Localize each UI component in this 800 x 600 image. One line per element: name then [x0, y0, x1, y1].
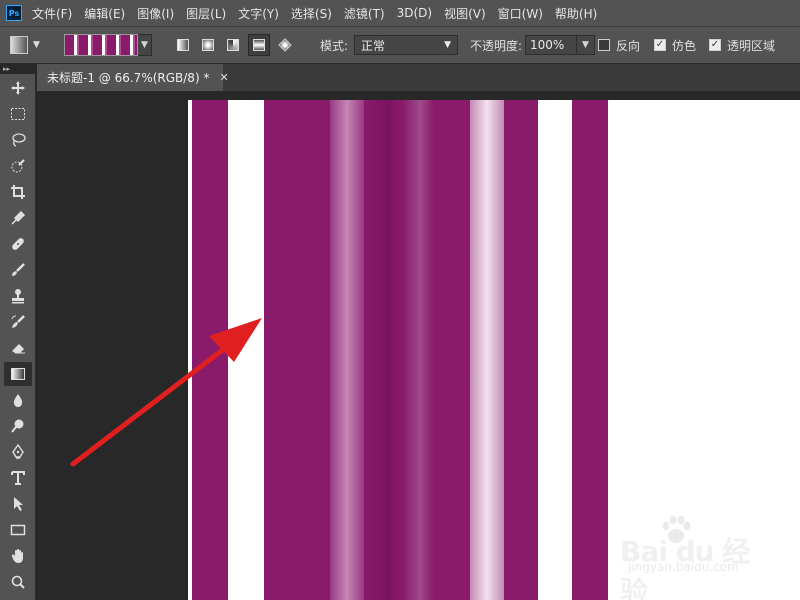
- red-arrow-annotation: [70, 318, 262, 467]
- menu-layer[interactable]: 图层(L): [186, 5, 226, 22]
- close-icon[interactable]: ✕: [219, 71, 228, 84]
- menu-select[interactable]: 选择(S): [291, 5, 332, 22]
- blend-mode-value: 正常: [361, 38, 386, 53]
- tools-panel: [0, 74, 36, 600]
- lasso-tool-icon[interactable]: [4, 128, 32, 152]
- menu-type[interactable]: 文字(Y): [238, 5, 279, 22]
- history-brush-tool-icon[interactable]: [4, 310, 32, 334]
- opacity-label: 不透明度:: [470, 38, 523, 53]
- opacity-input[interactable]: 100%: [525, 35, 577, 55]
- rectangle-tool-icon[interactable]: [4, 518, 32, 542]
- gradient-tool-icon: [10, 36, 28, 54]
- menu-bar: Ps 文件(F) 编辑(E) 图像(I) 图层(L) 文字(Y) 选择(S) 滤…: [0, 0, 800, 26]
- linear-gradient-icon: [177, 39, 189, 51]
- gradient-type-linear[interactable]: [172, 27, 194, 63]
- document-tab-title: 未标题-1 @ 66.7%(RGB/8) *: [47, 71, 210, 85]
- clone-stamp-tool-icon[interactable]: [4, 284, 32, 308]
- menu-image[interactable]: 图像(I): [137, 5, 174, 22]
- reflected-gradient-icon: [253, 39, 265, 51]
- menu-view[interactable]: 视图(V): [444, 5, 486, 22]
- opacity-value: 100%: [530, 38, 565, 52]
- healing-brush-tool-icon[interactable]: [4, 232, 32, 256]
- gradient-tool-icon[interactable]: [3, 362, 32, 386]
- menu-file[interactable]: 文件(F): [32, 5, 72, 22]
- radial-gradient-icon: [202, 39, 214, 51]
- chevron-down-icon[interactable]: ▼: [138, 34, 152, 56]
- blur-tool-icon[interactable]: [4, 388, 32, 412]
- reverse-checkbox[interactable]: [598, 39, 610, 51]
- toolbar-collapse-handle[interactable]: ▸▸: [0, 64, 36, 74]
- gradient-type-radial[interactable]: [197, 27, 219, 63]
- type-tool-icon[interactable]: [4, 466, 32, 490]
- reverse-checkbox-group[interactable]: 反向: [598, 27, 640, 63]
- eraser-tool-icon[interactable]: [4, 336, 32, 360]
- move-tool-icon[interactable]: [4, 76, 32, 100]
- crop-tool-icon[interactable]: [4, 180, 32, 204]
- dodge-tool-icon[interactable]: [4, 414, 32, 438]
- diamond-gradient-icon: [278, 38, 292, 52]
- dither-checkbox-group[interactable]: ✓ 仿色: [654, 27, 696, 63]
- opacity-dropdown-button[interactable]: ▼: [577, 35, 595, 55]
- dither-checkbox[interactable]: ✓: [654, 39, 666, 51]
- quick-select-tool-icon[interactable]: [4, 154, 32, 178]
- menu-window[interactable]: 窗口(W): [498, 5, 543, 22]
- document-tab[interactable]: 未标题-1 @ 66.7%(RGB/8) * ✕: [37, 64, 229, 91]
- brush-tool-icon[interactable]: [4, 258, 32, 282]
- zoom-tool-icon[interactable]: [4, 570, 32, 594]
- blend-mode-select[interactable]: 正常 ▼: [354, 35, 458, 55]
- gradient-type-reflected[interactable]: [248, 27, 270, 63]
- menu-3d[interactable]: 3D(D): [397, 6, 432, 20]
- document-tab-bar: 未标题-1 @ 66.7%(RGB/8) * ✕: [37, 64, 800, 92]
- transparency-checkbox-group[interactable]: ✓ 透明区域: [709, 27, 775, 63]
- tool-preset-picker[interactable]: ▼: [10, 27, 40, 63]
- gradient-preview-swatch[interactable]: [64, 34, 138, 56]
- transparency-label: 透明区域: [727, 38, 776, 53]
- marquee-tool-icon[interactable]: [4, 102, 32, 126]
- pen-tool-icon[interactable]: [4, 440, 32, 464]
- chevron-down-icon: ▼: [33, 40, 40, 50]
- reverse-label: 反向: [616, 38, 641, 53]
- dither-label: 仿色: [672, 38, 697, 53]
- menu-help[interactable]: 帮助(H): [555, 5, 597, 22]
- menu-filter[interactable]: 滤镜(T): [344, 5, 385, 22]
- gradient-picker[interactable]: ▼: [64, 27, 152, 63]
- mode-label: 模式:: [320, 38, 349, 53]
- menu-edit[interactable]: 编辑(E): [84, 5, 125, 22]
- transparency-checkbox[interactable]: ✓: [709, 39, 721, 51]
- hand-tool-icon[interactable]: [4, 544, 32, 568]
- chevron-down-icon: ▼: [444, 40, 451, 50]
- document-workarea[interactable]: Bai du 经验 jingyan.baidu.com: [37, 92, 800, 600]
- options-bar: ▼ ▼ 模式: 正常 ▼ 不透明度: 100% ▼ 反向 ✓ 仿色 ✓ 透明区域: [0, 26, 800, 64]
- path-selection-tool-icon[interactable]: [4, 492, 32, 516]
- photoshop-logo: Ps: [6, 5, 22, 21]
- gradient-type-diamond[interactable]: [274, 27, 296, 63]
- angle-gradient-icon: [227, 39, 239, 51]
- gradient-type-angle[interactable]: [222, 27, 244, 63]
- eyedropper-tool-icon[interactable]: [4, 206, 32, 230]
